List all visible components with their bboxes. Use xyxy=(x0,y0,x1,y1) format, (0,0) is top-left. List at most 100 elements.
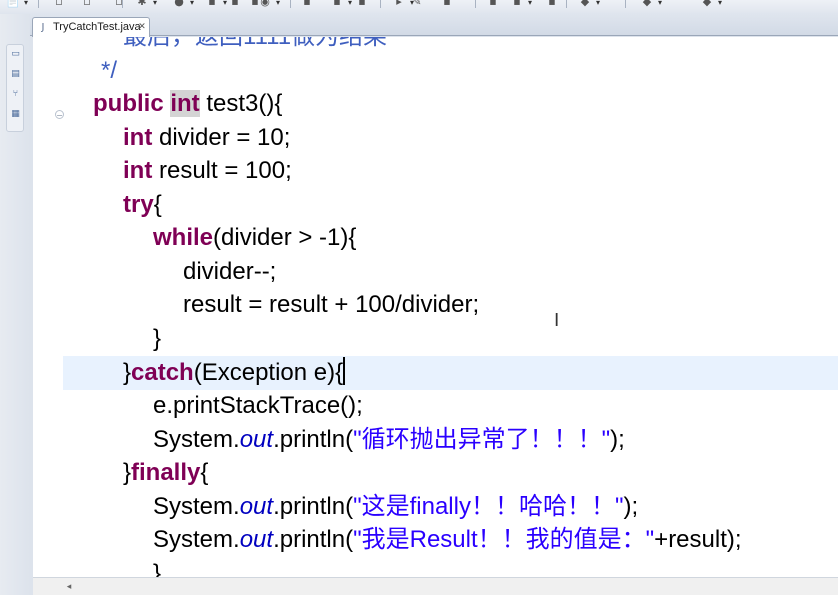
code-text: result = 100; xyxy=(152,157,292,184)
code-text: ); xyxy=(610,426,625,453)
code-text: } xyxy=(153,325,162,352)
code-text: (divider > -1){ xyxy=(213,224,357,251)
code-string: "我是Result！！我的值是：" xyxy=(353,526,655,553)
chevron-down-icon[interactable]: ▾ xyxy=(188,0,196,8)
code-line: System.out.println("我是Result！！我的值是："+res… xyxy=(153,523,742,557)
code-keyword: int xyxy=(123,157,153,184)
save-all-icon[interactable]: ▫ xyxy=(80,0,94,8)
chevron-down-icon[interactable]: ▾ xyxy=(22,0,30,8)
outline-icon[interactable]: ▦ xyxy=(10,109,21,120)
text-caret xyxy=(343,357,346,385)
code-line: try{ xyxy=(123,188,162,222)
code-text: result = result + 100/divider; xyxy=(183,291,480,318)
toggle-breadcrumb-icon[interactable]: ▸ xyxy=(392,0,406,8)
run-icon[interactable]: ● xyxy=(172,0,186,8)
code-static-field: out xyxy=(239,526,274,553)
code-text: { xyxy=(200,459,209,486)
code-line: */ xyxy=(101,54,117,88)
code-keyword: public xyxy=(93,90,164,117)
code-keyword: catch xyxy=(131,359,194,386)
chevron-down-icon[interactable]: ▾ xyxy=(526,0,534,8)
code-static-field: out xyxy=(239,426,274,453)
code-line: divider--; xyxy=(183,255,276,289)
code-comment: */ xyxy=(101,57,118,84)
code-line: } xyxy=(153,322,161,356)
code-text: divider = 10; xyxy=(152,124,291,151)
search-icon[interactable]: ▪ xyxy=(330,0,344,8)
main-toolbar: 📄 ▾ ▫ ▫ ▫ ✱ ▾ ● ▾ ▪ ▾ ▪ ▪ ◉ ▾ ▪ ▪ ▾ ▪ ▸ ▾ ✎ ▪ ▪ ▪ ▾ ▪ ◆ ▾ ◆ ▾ ◆ ▾ xyxy=(0,0,838,14)
code-keyword: finally xyxy=(131,459,201,486)
code-comment: 最后，返回1111做为结果 xyxy=(123,37,387,50)
code-line: public int test3(){ xyxy=(93,87,282,121)
new-java-project-icon[interactable]: ▪ xyxy=(228,0,242,8)
code-text: System. xyxy=(153,426,240,453)
code-editor[interactable]: − 最后，返回1111做为结果*/public int test3(){int … xyxy=(33,37,838,577)
code-line: System.out.println("这是finally！！哈哈！！"); xyxy=(153,490,638,524)
show-whitespace-icon[interactable]: ▪ xyxy=(440,0,454,8)
code-keyword: try xyxy=(123,191,154,218)
code-text: (Exception e){ xyxy=(193,359,344,386)
last-edit-location-icon[interactable]: ◆ xyxy=(578,0,592,8)
block-selection-icon[interactable]: ▪ xyxy=(486,0,500,8)
code-line: int result = 100; xyxy=(123,154,292,188)
code-text: +result); xyxy=(654,526,742,553)
fold-collapse-icon[interactable]: − xyxy=(55,110,64,120)
code-text: System. xyxy=(153,526,240,553)
code-line: 最后，返回1111做为结果 xyxy=(123,37,387,54)
chevron-down-icon[interactable]: ▾ xyxy=(594,0,602,8)
horizontal-scrollbar[interactable]: ◂ xyxy=(33,577,838,595)
hierarchy-icon[interactable]: ⑂ xyxy=(10,89,21,100)
code-text: ); xyxy=(623,493,639,520)
code-line: result = result + 100/divider; xyxy=(183,288,479,322)
code-text: } xyxy=(123,359,132,386)
code-line: }finally{ xyxy=(123,456,208,490)
toolbar-separator xyxy=(122,0,123,8)
text-cursor-icon: I xyxy=(554,310,560,331)
package-explorer-icon[interactable]: ▤ xyxy=(10,69,21,80)
chevron-down-icon[interactable]: ▾ xyxy=(346,0,354,8)
java-file-icon: J xyxy=(41,22,45,33)
code-line: }catch(Exception e){ xyxy=(123,356,346,390)
code-text: .println( xyxy=(273,526,354,553)
editor-frame: J TryCatchTest.java ✕ − 最后，返回1111做为结果 */ p… xyxy=(30,14,838,595)
code-keyword: while xyxy=(153,224,214,251)
open-task-icon[interactable]: ▪ xyxy=(355,0,369,8)
left-trim-stack: ▭ ▤ ⑂ ▦ xyxy=(0,14,30,595)
external-tools-icon[interactable]: ▪ xyxy=(205,0,219,8)
scroll-left-icon[interactable]: ◂ xyxy=(63,581,75,593)
code-line: } xyxy=(153,557,161,577)
code-string: "循环抛出异常了！！！" xyxy=(353,426,611,453)
previous-annotation-icon[interactable]: ▪ xyxy=(545,0,559,8)
new-file-icon[interactable]: 📄 xyxy=(6,0,20,8)
close-icon[interactable]: ✕ xyxy=(137,21,147,33)
forward-icon[interactable]: ◆ xyxy=(700,0,714,8)
next-annotation-icon[interactable]: ▪ xyxy=(510,0,524,8)
editor-tab-trycatchtest[interactable]: J TryCatchTest.java ✕ xyxy=(32,17,150,37)
code-line: int divider = 10; xyxy=(123,121,290,155)
toolbar-separator xyxy=(380,0,381,8)
toolbar-separator xyxy=(566,0,567,8)
minimized-views-bar: ▭ ▤ ⑂ ▦ xyxy=(6,44,24,132)
chevron-down-icon[interactable]: ▾ xyxy=(151,0,159,8)
code-text: { xyxy=(153,191,162,218)
back-icon[interactable]: ◆ xyxy=(640,0,654,8)
toolbar-separator xyxy=(625,0,626,8)
chevron-down-icon[interactable]: ▾ xyxy=(716,0,724,8)
chevron-down-icon[interactable]: ▾ xyxy=(656,0,664,8)
code-string: "这是finally！！哈哈！！" xyxy=(353,493,624,520)
chevron-down-icon[interactable]: ▾ xyxy=(274,0,282,8)
save-icon[interactable]: ▫ xyxy=(52,0,66,8)
mark-occurrences-icon[interactable]: ✎ xyxy=(410,0,424,8)
open-type-icon[interactable]: ▪ xyxy=(300,0,314,8)
new-class-icon[interactable]: ◉ xyxy=(258,0,272,8)
debug-icon[interactable]: ✱ xyxy=(135,0,149,8)
print-icon[interactable]: ▫ xyxy=(112,0,126,8)
code-text: } xyxy=(153,560,162,577)
code-line: while(divider > -1){ xyxy=(153,221,356,255)
restore-icon[interactable]: ▭ xyxy=(10,49,21,60)
code-keyword: int xyxy=(123,124,153,151)
code-keyword: int xyxy=(170,90,200,117)
code-line: System.out.println("循环抛出异常了！！！"); xyxy=(153,423,625,457)
code-text: divider--; xyxy=(183,258,277,285)
toolbar-separator xyxy=(475,0,476,8)
